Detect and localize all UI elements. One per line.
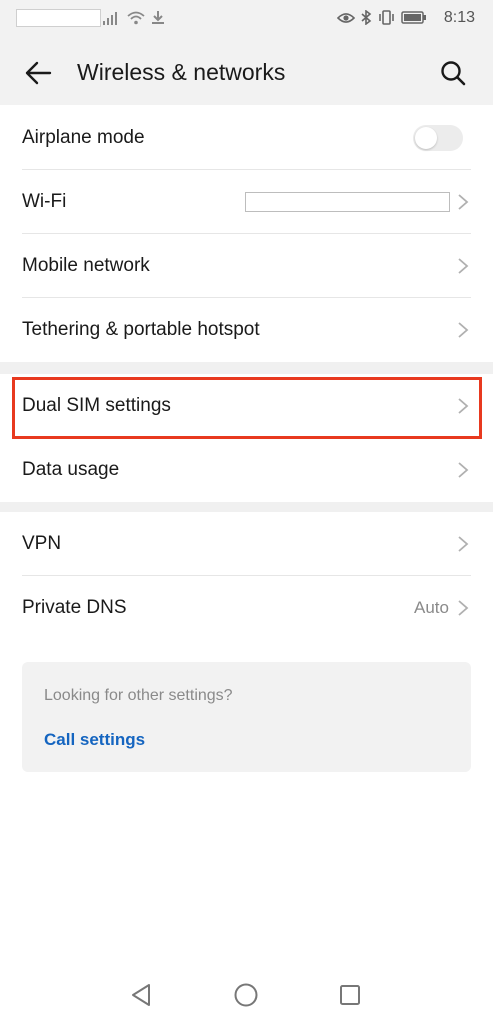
status-left-icons [103, 10, 165, 25]
airplane-mode-toggle[interactable] [413, 125, 463, 151]
wifi-icon [127, 11, 145, 24]
nav-back-button[interactable] [124, 978, 158, 1012]
wifi-label: Wi-Fi [22, 191, 67, 212]
nav-recents-button[interactable] [333, 978, 367, 1012]
suggestion-question: Looking for other settings? [44, 687, 233, 704]
private-dns-value: Auto [414, 598, 449, 617]
app-header: Wireless & networks [0, 45, 493, 100]
group-connections: Airplane mode Wi-Fi Mobile network Tethe… [0, 106, 493, 362]
nav-home-icon [234, 983, 258, 1007]
download-icon [152, 11, 164, 24]
chevron-right-icon [458, 462, 469, 478]
status-right-icons [337, 10, 427, 25]
system-navigation-bar [0, 968, 493, 1024]
chevron-right-icon [458, 322, 469, 338]
chevron-right-icon [458, 536, 469, 552]
chevron-right-icon [458, 194, 469, 210]
toggle-knob [415, 127, 437, 149]
page-title: Wireless & networks [77, 59, 286, 85]
tethering-label: Tethering & portable hotspot [22, 319, 260, 340]
nav-recents-icon [340, 985, 360, 1005]
status-time: 8:13 [443, 9, 475, 26]
nav-back-icon [132, 984, 150, 1006]
group-privacy: VPN Private DNS Auto [0, 512, 493, 640]
signal-icon [103, 11, 117, 25]
section-separator [0, 502, 493, 512]
chevron-right-icon [458, 258, 469, 274]
suggestion-card: Looking for other settings? Call setting… [22, 662, 471, 772]
search-button[interactable] [437, 57, 469, 89]
row-vpn[interactable]: VPN [0, 512, 493, 576]
back-button[interactable] [22, 57, 54, 89]
vibrate-icon [379, 10, 394, 25]
data-usage-label: Data usage [22, 459, 120, 480]
battery-icon [401, 11, 426, 24]
search-icon [441, 61, 466, 86]
row-airplane-mode[interactable]: Airplane mode [0, 106, 493, 170]
chevron-right-icon [458, 600, 469, 616]
eye-icon [337, 12, 355, 23]
private-dns-label: Private DNS [22, 597, 127, 618]
row-mobile-network[interactable]: Mobile network [0, 234, 493, 298]
row-data-usage[interactable]: Data usage [0, 438, 493, 502]
highlight-box [12, 377, 482, 439]
section-separator [0, 362, 493, 374]
row-private-dns[interactable]: Private DNS Auto [0, 576, 493, 640]
row-tethering[interactable]: Tethering & portable hotspot [0, 298, 493, 362]
nav-home-button[interactable] [229, 978, 263, 1012]
wifi-network-redacted [245, 192, 450, 212]
vpn-label: VPN [22, 533, 62, 554]
bluetooth-icon [361, 10, 372, 25]
airplane-mode-label: Airplane mode [22, 127, 145, 148]
call-settings-link[interactable]: Call settings [44, 730, 145, 750]
back-arrow-icon [25, 61, 52, 85]
row-wifi[interactable]: Wi-Fi [0, 170, 493, 234]
status-bar: 8:13 [0, 0, 493, 36]
mobile-network-label: Mobile network [22, 255, 150, 276]
carrier-redacted [16, 9, 101, 27]
